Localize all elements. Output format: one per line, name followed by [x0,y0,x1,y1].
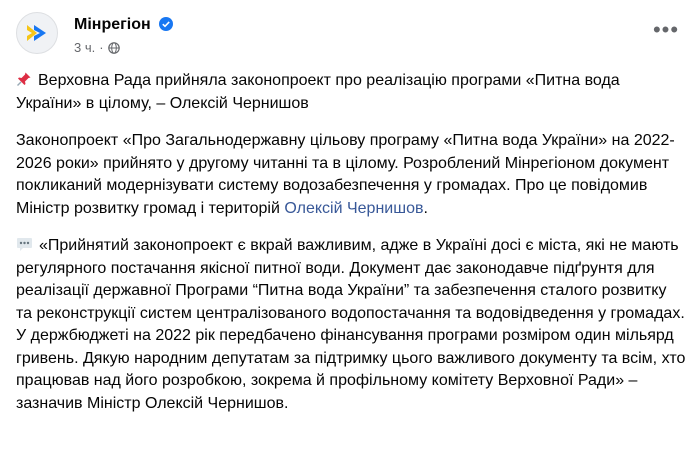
page-avatar[interactable] [16,12,58,54]
headline-text: Верховна Рада прийняла законопроект про … [16,72,620,112]
post-paragraph-summary: Законопроект «Про Загальнодержавну цільо… [16,130,686,220]
globe-icon[interactable] [107,41,120,54]
ellipsis-icon: ••• [652,17,680,42]
meta-separator: · [99,40,104,55]
facebook-post: Мінрегіон 3 ч. · ••• Верховна Рада прийн… [0,0,700,474]
minregion-logo-icon [27,25,46,41]
summary-suffix: . [423,199,428,217]
page-name-text[interactable]: Мінрегіон [74,16,151,33]
page-name[interactable]: Мінрегіон [74,16,174,34]
minister-profile-link[interactable]: Олексій Чернишов [284,200,423,217]
post-header: Мінрегіон 3 ч. · ••• [16,12,684,60]
post-paragraph-headline: Верховна Рада прийняла законопроект про … [16,70,686,115]
verified-badge-icon [159,17,174,31]
post-timestamp[interactable]: 3 ч. [74,40,95,55]
post-meta: 3 ч. · [74,40,120,55]
speech-bubble-icon [17,238,32,251]
pushpin-icon [17,72,31,86]
post-body: Верховна Рада прийняла законопроект про … [16,70,686,430]
quote-text: «Прийнятий законопроект є вкрай важливим… [16,237,686,412]
more-options-button[interactable]: ••• [648,12,684,48]
post-paragraph-quote: «Прийнятий законопроект є вкрай важливим… [16,235,686,415]
